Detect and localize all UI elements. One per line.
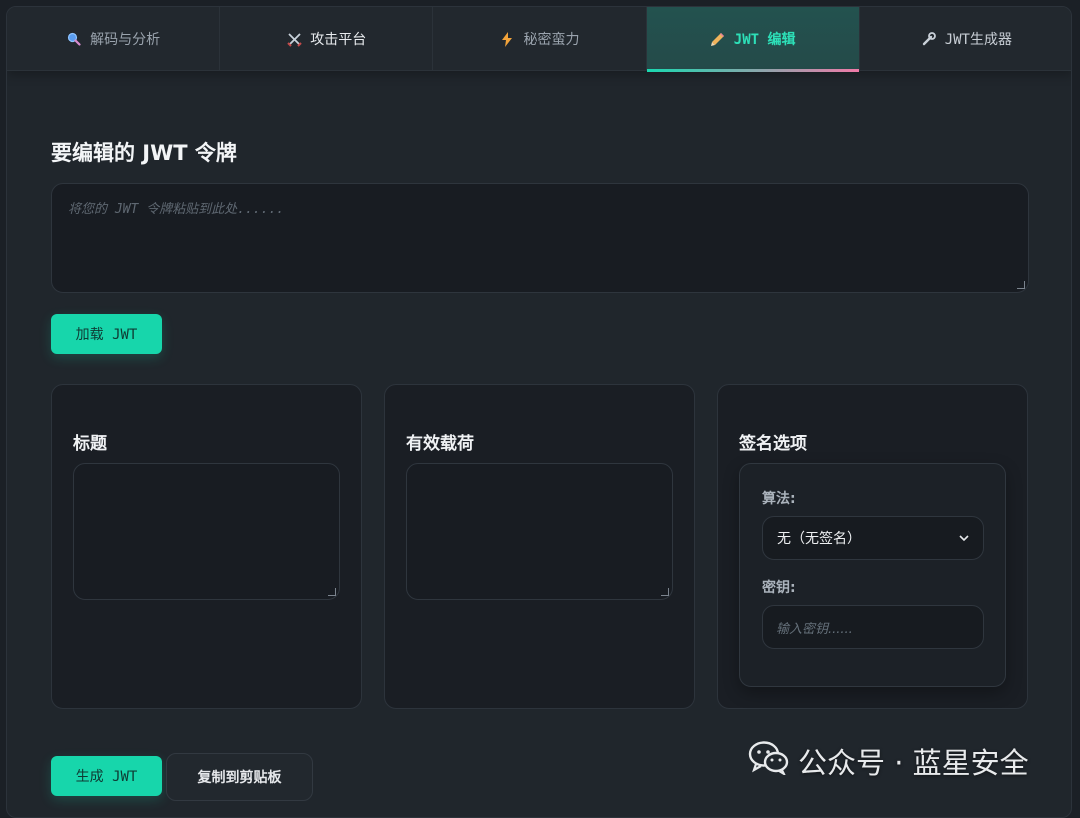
jwt-token-placeholder: 将您的 JWT 令牌粘贴到此处...... [68, 202, 285, 217]
tab-label: 攻击平台 [310, 32, 367, 48]
wechat-icon [748, 740, 790, 782]
payload-panel-title: 有效载荷 [406, 434, 474, 454]
algorithm-select[interactable]: 无（无签名） [762, 516, 984, 560]
signature-options-box: 算法: 无（无签名） 密钥: 输入密钥...... [739, 463, 1006, 687]
tab-decode-analyze[interactable]: 解码与分析 [7, 7, 221, 71]
chevron-down-icon [959, 530, 969, 546]
signature-panel: 签名选项 算法: 无（无签名） 密钥: 输入密钥...... [717, 384, 1028, 709]
header-json-editor[interactable] [73, 463, 340, 600]
crossed-swords-icon [286, 31, 302, 47]
header-panel-title: 标题 [73, 434, 107, 454]
magnifier-icon [66, 31, 82, 47]
copy-to-clipboard-button[interactable]: 复制到剪贴板 [166, 753, 313, 801]
secret-label: 密钥: [762, 580, 796, 596]
jwt-editor-title: 要编辑的 JWT 令牌 [51, 141, 237, 165]
tab-jwt-generator[interactable]: JWT生成器 [860, 7, 1071, 71]
jwt-token-input[interactable]: 将您的 JWT 令牌粘贴到此处...... [51, 183, 1029, 293]
tab-bar: 解码与分析 攻击平台 秘密蛮力 JWT 编辑 JWT生成器 [7, 7, 1071, 72]
tab-label: 秘密蛮力 [523, 32, 580, 48]
app-window: 解码与分析 攻击平台 秘密蛮力 JWT 编辑 JWT生成器 要编辑的 JWT 令… [6, 6, 1072, 818]
wrench-icon [921, 31, 937, 47]
watermark-text: 公众号 · 蓝星安全 [798, 746, 1029, 780]
header-panel: 标题 [51, 384, 362, 709]
payload-panel: 有效载荷 [384, 384, 695, 709]
payload-json-editor[interactable] [406, 463, 673, 600]
tab-label: JWT 编辑 [733, 32, 796, 48]
tab-label: JWT生成器 [944, 32, 1012, 48]
pencil-icon [710, 31, 726, 47]
secret-key-input[interactable]: 输入密钥...... [762, 605, 984, 649]
tab-secret-bruteforce[interactable]: 秘密蛮力 [433, 7, 647, 71]
resize-handle-icon[interactable] [328, 588, 336, 596]
algorithm-selected-value: 无（无签名） [777, 531, 861, 547]
resize-handle-icon[interactable] [1017, 281, 1025, 289]
tab-label: 解码与分析 [90, 32, 161, 48]
wechat-watermark: 公众号 · 蓝星安全 [748, 740, 1029, 782]
generate-jwt-button[interactable]: 生成 JWT [51, 756, 162, 796]
load-jwt-button[interactable]: 加载 JWT [51, 314, 162, 354]
tab-jwt-edit[interactable]: JWT 编辑 [646, 7, 860, 72]
tab-attack-platform[interactable]: 攻击平台 [220, 7, 434, 71]
signature-panel-title: 签名选项 [739, 434, 807, 454]
secret-key-placeholder: 输入密钥...... [776, 621, 853, 637]
resize-handle-icon[interactable] [661, 588, 669, 596]
lightning-icon [499, 31, 515, 47]
algorithm-label: 算法: [762, 491, 796, 507]
